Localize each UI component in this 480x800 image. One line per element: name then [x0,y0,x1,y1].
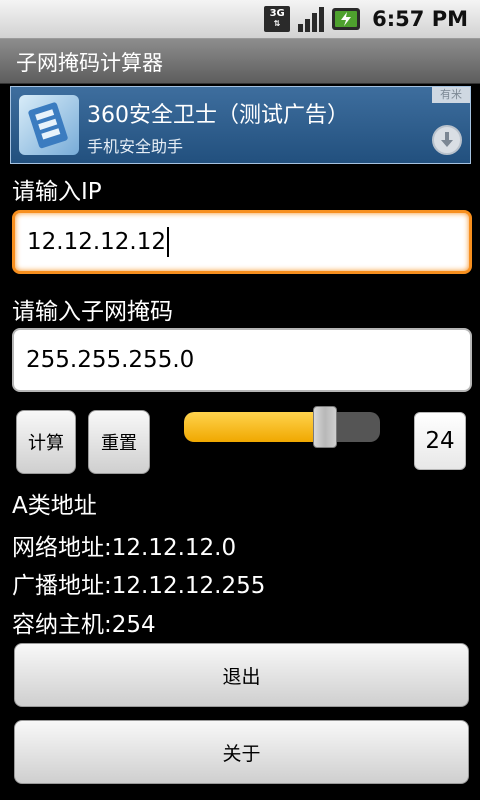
subnet-mask-input[interactable]: 255.255.255.0 [12,328,472,392]
ad-badge: 有米 [432,87,470,103]
ad-banner[interactable]: 360安全卫士（测试广告） 手机安全助手 有米 [10,86,471,164]
prefix-value-box[interactable]: 24 [414,412,466,470]
text-cursor [167,227,169,257]
download-icon[interactable] [432,125,462,155]
exit-button[interactable]: 退出 [14,643,469,707]
ad-app-icon [19,95,79,155]
status-icons: 3G ⇅ 6:57 PM [264,4,468,34]
app-title: 子网掩码计算器 [16,51,163,75]
app-screen: 3G ⇅ 6:57 PM 子网掩码计算器 360安全卫士（测试广告） 手机安全助… [0,0,480,800]
app-title-bar: 子网掩码计算器 [0,39,480,84]
prefix-slider-thumb[interactable] [313,406,337,448]
battery-charging-icon [332,8,361,30]
ad-title: 360安全卫士（测试广告） [87,103,349,128]
prefix-value: 24 [425,428,455,454]
calculate-button-label: 计算 [28,433,64,454]
ip-label: 请输入IP [12,179,102,205]
network-3g-icon: 3G ⇅ [264,6,291,32]
ad-subtitle: 手机安全助手 [87,137,184,156]
status-time: 6:57 PM [372,7,468,31]
prefix-slider-fill [184,412,331,442]
signal-strength-icon [298,6,325,32]
ip-input[interactable]: 12.12.12.12 [12,210,472,274]
network-address: 网络地址:12.12.12.0 [12,535,237,561]
ip-input-value: 12.12.12.12 [27,229,166,255]
network-label: 3G [269,8,285,19]
address-class: A类地址 [12,493,97,519]
about-button-label: 关于 [222,742,261,765]
broadcast-address: 广播地址:12.12.12.255 [12,573,266,599]
host-count: 容纳主机:254 [12,612,156,638]
subnet-mask-input-value: 255.255.255.0 [26,347,195,373]
prefix-slider[interactable] [184,412,380,442]
reset-button[interactable]: 重置 [88,410,150,474]
exit-button-label: 退出 [222,665,261,688]
about-button[interactable]: 关于 [14,720,469,784]
status-bar: 3G ⇅ 6:57 PM [0,0,480,39]
subnet-mask-label: 请输入子网掩码 [12,299,173,325]
calculate-button[interactable]: 计算 [16,410,76,474]
reset-button-label: 重置 [101,433,137,454]
